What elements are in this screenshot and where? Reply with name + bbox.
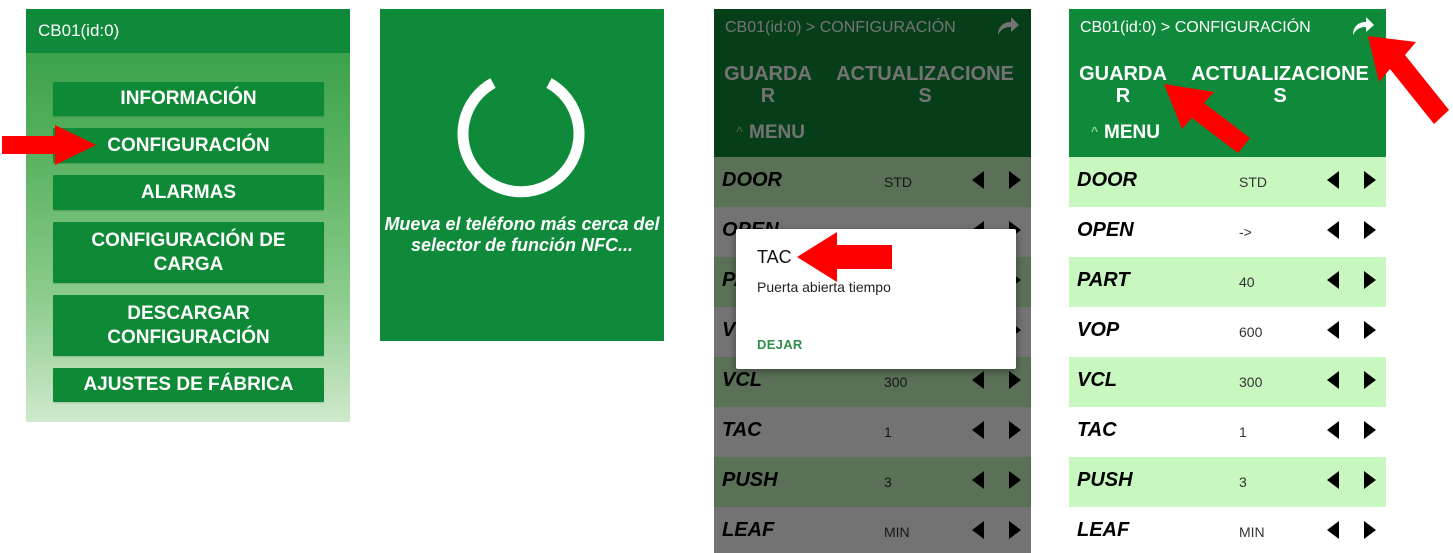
caret-up-icon: ^: [1091, 124, 1099, 138]
config-row[interactable]: VOP 600: [1069, 307, 1386, 357]
decrease-arrow-icon[interactable]: [1327, 221, 1339, 239]
configuracion-de-carga-button[interactable]: CONFIGURACIÓN DE CARGA: [53, 222, 324, 283]
decrease-arrow-icon[interactable]: [1327, 271, 1339, 289]
increase-arrow-icon[interactable]: [1364, 421, 1376, 439]
button-label: CONFIGURACIÓN: [107, 134, 270, 156]
increase-arrow-icon[interactable]: [1364, 371, 1376, 389]
row-value: MIN: [1239, 524, 1265, 540]
button-label: INFORMACIÓN: [120, 88, 257, 109]
app-bar-title: CB01(id:0): [26, 9, 350, 53]
dialog-title: TAC: [757, 247, 792, 267]
button-label: CONFIGURACIÓN DE CARGA: [91, 229, 286, 275]
menu-toggle[interactable]: ^ MENU: [1091, 122, 1160, 144]
dejar-button[interactable]: DEJAR: [757, 337, 803, 352]
row-value: 300: [1239, 374, 1263, 390]
row-name: DOOR: [1077, 169, 1137, 191]
decrease-arrow-icon[interactable]: [1327, 521, 1339, 539]
config-row[interactable]: LEAF MIN: [1069, 507, 1386, 553]
ajustes-de-fabrica-button[interactable]: AJUSTES DE FÁBRICA: [53, 368, 324, 402]
informacion-button[interactable]: INFORMACIÓN: [53, 82, 324, 116]
config-row[interactable]: TAC 1: [1069, 407, 1386, 457]
row-name: VCL: [1077, 369, 1117, 391]
config-row[interactable]: PUSH 3: [1069, 457, 1386, 507]
row-name: PART: [1077, 269, 1130, 291]
alarmas-button[interactable]: ALARMAS: [53, 175, 324, 210]
tab-guardar[interactable]: GUARDA R: [1077, 63, 1169, 107]
breadcrumb: CB01(id:0) > CONFIGURACIÓN: [1080, 19, 1311, 36]
increase-arrow-icon[interactable]: [1364, 221, 1376, 239]
decrease-arrow-icon[interactable]: [1327, 421, 1339, 439]
row-value: 600: [1239, 324, 1263, 340]
nfc-screen: Mueva el teléfono más cerca del selector…: [380, 9, 664, 341]
loading-spinner-icon: [457, 78, 585, 198]
row-value: ->: [1239, 224, 1252, 240]
button-label: ALARMAS: [141, 181, 236, 203]
config-row[interactable]: DOOR STD: [1069, 157, 1386, 207]
row-name: TAC: [1077, 419, 1117, 441]
config-row[interactable]: OPEN ->: [1069, 207, 1386, 257]
decrease-arrow-icon[interactable]: [1327, 171, 1339, 189]
main-menu-screen: CB01(id:0) INFORMACIÓN CONFIGURACIÓN ALA…: [26, 9, 350, 422]
row-value: 40: [1239, 274, 1255, 290]
tab-label-line1: GUARDA: [1079, 63, 1167, 85]
red-arrow-icon: [1368, 36, 1449, 124]
row-name: OPEN: [1077, 219, 1134, 241]
button-label: DESCARGAR CONFIGURACIÓN: [107, 302, 270, 348]
config-row[interactable]: PART 40: [1069, 257, 1386, 307]
descargar-configuracion-button[interactable]: DESCARGAR CONFIGURACIÓN: [53, 295, 324, 356]
increase-arrow-icon[interactable]: [1364, 171, 1376, 189]
config-row[interactable]: VCL 300: [1069, 357, 1386, 407]
button-label: AJUSTES DE FÁBRICA: [83, 374, 294, 395]
red-arrow-icon: [1164, 84, 1250, 153]
row-value: STD: [1239, 174, 1267, 190]
increase-arrow-icon[interactable]: [1364, 321, 1376, 339]
row-name: PUSH: [1077, 469, 1133, 491]
increase-arrow-icon[interactable]: [1364, 271, 1376, 289]
decrease-arrow-icon[interactable]: [1327, 321, 1339, 339]
row-name: LEAF: [1077, 519, 1130, 541]
row-value: 1: [1239, 424, 1247, 440]
row-name: VOP: [1077, 319, 1120, 341]
nfc-message: Mueva el teléfono más cerca del selector…: [384, 214, 660, 255]
red-arrow-icon: [2, 125, 96, 165]
increase-arrow-icon[interactable]: [1364, 471, 1376, 489]
increase-arrow-icon[interactable]: [1364, 521, 1376, 539]
red-arrow-icon: [797, 232, 892, 282]
decrease-arrow-icon[interactable]: [1327, 371, 1339, 389]
row-value: 3: [1239, 474, 1247, 490]
decrease-arrow-icon[interactable]: [1327, 471, 1339, 489]
menu-label: MENU: [1104, 122, 1160, 143]
tab-label-line2: R: [1115, 85, 1131, 107]
